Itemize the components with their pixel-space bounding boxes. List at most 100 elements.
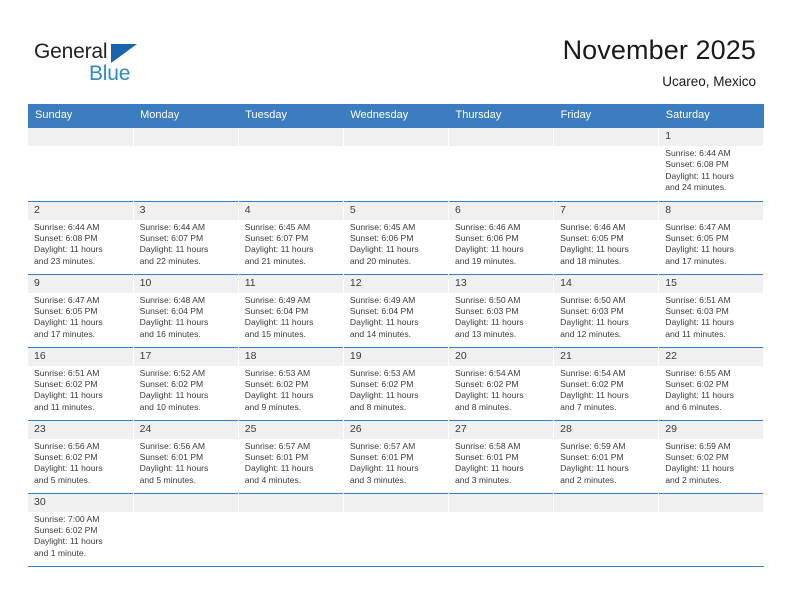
day-sun-info: Sunrise: 6:49 AM Sunset: 6:04 PM Daylight:… bbox=[344, 293, 448, 341]
day-info-line: Sunrise: 6:56 AM bbox=[34, 440, 100, 451]
day-info-line: and 2 minutes. bbox=[560, 474, 617, 485]
calendar-cell-day-4[interactable]: 4 Sunrise: 6:45 AM Sunset: 6:07 PM Daylight… bbox=[238, 200, 344, 274]
day-number: 17 bbox=[133, 347, 238, 366]
day-info-line: and 1 minute. bbox=[34, 547, 87, 558]
day-number: 26 bbox=[343, 420, 448, 439]
calendar-cell-empty bbox=[448, 492, 555, 566]
day-info-line: Sunrise: 6:57 AM bbox=[349, 440, 416, 451]
calendar-cell-day-10[interactable]: 10 Sunrise: 6:48 AM Sunset: 6:04 PM Dayligh… bbox=[133, 273, 239, 347]
calendar-cell-day-2[interactable]: 2 Sunrise: 6:44 AM Sunset: 6:08 PM Daylight… bbox=[28, 200, 134, 274]
day-info-line: Sunrise: 6:49 AM bbox=[349, 294, 416, 305]
calendar-cell-day-14[interactable]: 14 Sunrise: 6:50 AM Sunset: 6:03 PM Dayligh… bbox=[553, 273, 660, 347]
day-info-line: Sunrise: 6:55 AM bbox=[665, 367, 731, 378]
day-sun-info: Sunrise: 6:45 AM Sunset: 6:06 PM Daylight:… bbox=[344, 220, 448, 268]
calendar-cell-day-18[interactable]: 18 Sunrise: 6:53 AM Sunset: 6:02 PM Dayligh… bbox=[238, 346, 344, 420]
day-sun-info: Sunrise: 6:53 AM Sunset: 6:02 PM Daylight:… bbox=[344, 366, 448, 414]
day-number: 2 bbox=[28, 201, 133, 220]
calendar-cell-day-25[interactable]: 25 Sunrise: 6:57 AM Sunset: 6:01 PM Dayligh… bbox=[238, 419, 344, 493]
day-info-line: Sunset: 6:03 PM bbox=[560, 305, 624, 316]
day-info-line: and 12 minutes. bbox=[560, 328, 622, 339]
day-info-line: Sunset: 6:05 PM bbox=[665, 232, 729, 243]
day-info-line: and 5 minutes. bbox=[139, 474, 196, 485]
day-number: 16 bbox=[28, 347, 133, 366]
calendar-cell-day-16[interactable]: 16 Sunrise: 6:51 AM Sunset: 6:02 PM Dayligh… bbox=[28, 346, 134, 420]
day-info-line: Daylight: 11 hours bbox=[455, 244, 524, 255]
day-info-line: Daylight: 11 hours bbox=[139, 390, 209, 401]
brand-logo[interactable]: General Blue bbox=[34, 40, 254, 92]
day-info-line: Sunset: 6:01 PM bbox=[349, 451, 414, 462]
calendar-cell-empty bbox=[553, 492, 660, 566]
day-info-line: Sunset: 6:07 PM bbox=[244, 232, 309, 243]
day-sun-info: Sunrise: 6:50 AM Sunset: 6:03 PM Daylight:… bbox=[449, 293, 553, 341]
calendar-cell-day-22[interactable]: 22 Sunrise: 6:55 AM Sunset: 6:02 PM Dayligh… bbox=[658, 346, 765, 420]
calendar-cell-day-21[interactable]: 21 Sunrise: 6:54 AM Sunset: 6:02 PM Dayligh… bbox=[553, 346, 660, 420]
day-number: 28 bbox=[554, 420, 659, 439]
day-info-line: Sunset: 6:08 PM bbox=[665, 159, 729, 170]
day-info-line: Sunset: 6:05 PM bbox=[560, 232, 624, 243]
weekday-header-wednesday: Wednesday bbox=[343, 104, 449, 128]
calendar-cell-day-13[interactable]: 13 Sunrise: 6:50 AM Sunset: 6:03 PM Dayligh… bbox=[448, 273, 555, 347]
day-info-line: and 13 minutes. bbox=[455, 328, 517, 339]
calendar-cell-day-17[interactable]: 17 Sunrise: 6:52 AM Sunset: 6:02 PM Dayligh… bbox=[133, 346, 239, 420]
day-info-line: Sunrise: 6:59 AM bbox=[560, 440, 626, 451]
day-sun-info: Sunrise: 6:44 AM Sunset: 6:07 PM Daylight:… bbox=[134, 220, 238, 268]
calendar-cell-empty bbox=[133, 492, 239, 566]
calendar-cell-day-12[interactable]: 12 Sunrise: 6:49 AM Sunset: 6:04 PM Dayligh… bbox=[343, 273, 450, 347]
day-info-line: Daylight: 11 hours bbox=[244, 317, 314, 328]
day-info-line: Sunset: 6:01 PM bbox=[139, 451, 204, 462]
calendar-cell-day-29[interactable]: 29 Sunrise: 6:59 AM Sunset: 6:02 PM Dayligh… bbox=[658, 419, 765, 493]
calendar-cell-day-20[interactable]: 20 Sunrise: 6:54 AM Sunset: 6:02 PM Dayligh… bbox=[448, 346, 555, 420]
calendar-cell-day-24[interactable]: 24 Sunrise: 6:56 AM Sunset: 6:01 PM Dayligh… bbox=[133, 419, 239, 493]
calendar-cell-day-19[interactable]: 19 Sunrise: 6:53 AM Sunset: 6:02 PM Dayligh… bbox=[343, 346, 450, 420]
day-info-line: Daylight: 11 hours bbox=[139, 244, 209, 255]
day-info-line: Daylight: 11 hours bbox=[34, 244, 103, 255]
calendar-cell-day-9[interactable]: 9 Sunrise: 6:47 AM Sunset: 6:05 PM Daylight… bbox=[28, 273, 134, 347]
day-info-line: Daylight: 11 hours bbox=[349, 317, 419, 328]
day-info-line: Sunset: 6:04 PM bbox=[139, 305, 204, 316]
calendar-cell-day-8[interactable]: 8 Sunrise: 6:47 AM Sunset: 6:05 PM Daylight… bbox=[658, 200, 765, 274]
calendar-cell-empty bbox=[28, 128, 134, 201]
day-info-line: Sunrise: 6:44 AM bbox=[34, 221, 100, 232]
calendar-header-row: Sunday Monday Tuesday Wednesday Thursday Frid… bbox=[28, 104, 764, 128]
calendar-cell-day-1[interactable]: 1 Sunrise: 6:44 AM Sunset: 6:08 PM Daylight… bbox=[658, 128, 765, 201]
calendar-cell-day-5[interactable]: 5 Sunrise: 6:45 AM Sunset: 6:06 PM Daylight… bbox=[343, 200, 450, 274]
day-info-line: Sunrise: 6:49 AM bbox=[244, 294, 311, 305]
day-sun-info: Sunrise: 6:59 AM Sunset: 6:01 PM Daylight:… bbox=[554, 439, 658, 487]
calendar-cell-day-15[interactable]: 15 Sunrise: 6:51 AM Sunset: 6:03 PM Dayligh… bbox=[658, 273, 765, 347]
day-info-line: Sunset: 6:02 PM bbox=[349, 378, 414, 389]
day-info-line: and 15 minutes. bbox=[244, 328, 306, 339]
day-info-line: Sunrise: 6:54 AM bbox=[560, 367, 626, 378]
day-number: 18 bbox=[238, 347, 343, 366]
calendar-cell-day-26[interactable]: 26 Sunrise: 6:57 AM Sunset: 6:01 PM Dayligh… bbox=[343, 419, 450, 493]
day-sun-info: Sunrise: 6:50 AM Sunset: 6:03 PM Daylight:… bbox=[554, 293, 658, 341]
calendar-cell-day-6[interactable]: 6 Sunrise: 6:46 AM Sunset: 6:06 PM Daylight… bbox=[448, 200, 555, 274]
day-info-line: and 21 minutes. bbox=[244, 255, 306, 266]
brand-name-blue: Blue bbox=[89, 62, 131, 85]
day-number: 9 bbox=[28, 274, 133, 293]
day-number-blank bbox=[238, 493, 343, 512]
calendar-cell-day-7[interactable]: 7 Sunrise: 6:46 AM Sunset: 6:05 PM Daylight… bbox=[553, 200, 660, 274]
calendar-cell-day-11[interactable]: 11 Sunrise: 6:49 AM Sunset: 6:04 PM Dayligh… bbox=[238, 273, 344, 347]
day-info-line: and 3 minutes. bbox=[455, 474, 512, 485]
day-number-blank bbox=[343, 128, 448, 146]
day-info-line: Sunrise: 6:46 AM bbox=[560, 221, 626, 232]
day-info-line: Daylight: 11 hours bbox=[665, 390, 734, 401]
day-info-line: Sunrise: 6:50 AM bbox=[560, 294, 626, 305]
calendar-cell-day-30[interactable]: 30 Sunrise: 7:00 AM Sunset: 6:02 PM Dayligh… bbox=[28, 492, 134, 566]
day-info-line: and 9 minutes. bbox=[244, 401, 302, 412]
day-number: 19 bbox=[343, 347, 448, 366]
day-info-line: and 11 minutes. bbox=[34, 401, 95, 412]
weekday-row: Sunday Monday Tuesday Wednesday Thursday Frid… bbox=[28, 104, 764, 128]
calendar-cell-day-3[interactable]: 3 Sunrise: 6:44 AM Sunset: 6:07 PM Daylight… bbox=[133, 200, 239, 274]
brand-flag-icon bbox=[111, 44, 137, 63]
calendar-cell-day-27[interactable]: 27 Sunrise: 6:58 AM Sunset: 6:01 PM Dayligh… bbox=[448, 419, 555, 493]
day-info-line: and 14 minutes. bbox=[349, 328, 412, 339]
day-info-line: and 2 minutes. bbox=[665, 474, 722, 485]
calendar-cell-empty bbox=[448, 128, 555, 201]
calendar-cell-day-28[interactable]: 28 Sunrise: 6:59 AM Sunset: 6:01 PM Dayligh… bbox=[553, 419, 660, 493]
calendar-cell-day-23[interactable]: 23 Sunrise: 6:56 AM Sunset: 6:02 PM Dayligh… bbox=[28, 419, 134, 493]
day-info-line: Sunset: 6:02 PM bbox=[34, 378, 98, 389]
day-number: 12 bbox=[343, 274, 448, 293]
day-info-line: Sunset: 6:02 PM bbox=[560, 378, 624, 389]
day-info-line: Daylight: 11 hours bbox=[139, 463, 209, 474]
